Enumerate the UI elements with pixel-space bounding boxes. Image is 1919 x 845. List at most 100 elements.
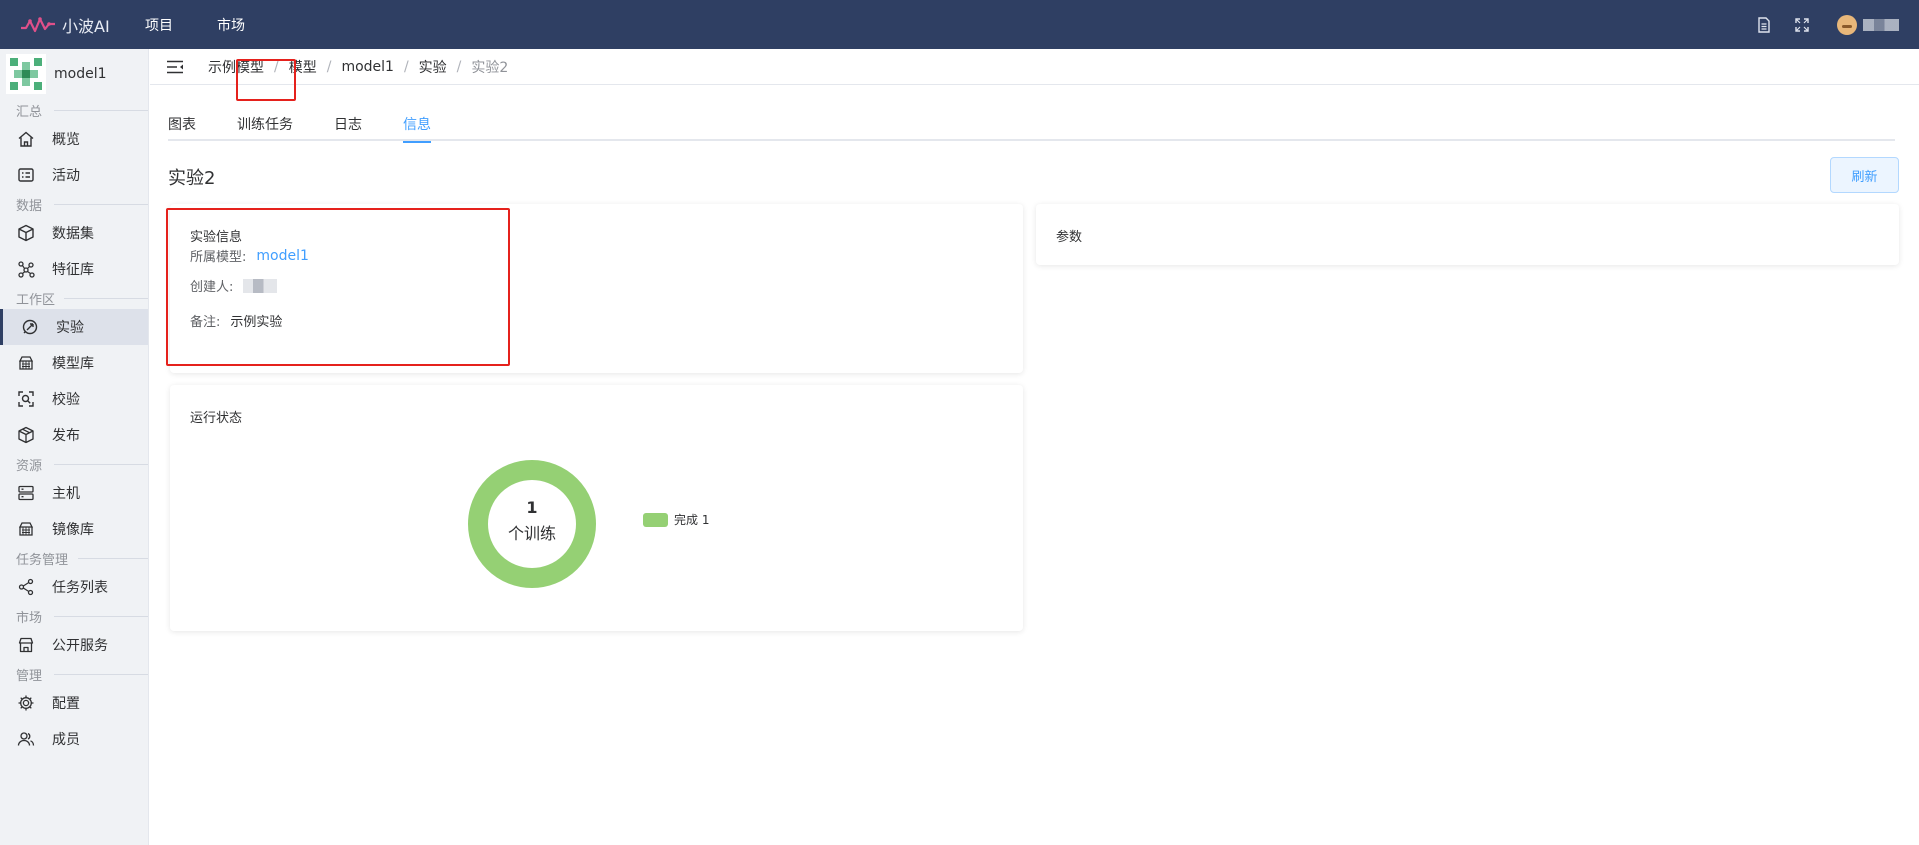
- fullscreen-icon[interactable]: [1793, 16, 1811, 34]
- sidebar-item-activity[interactable]: 活动: [0, 157, 148, 193]
- tab-info[interactable]: 信息: [403, 111, 431, 143]
- legend-swatch[interactable]: [643, 512, 668, 527]
- menu-collapse-icon[interactable]: [166, 60, 184, 74]
- group-label-workspace: 工作区: [0, 287, 148, 309]
- breadcrumb-item[interactable]: 示例模型: [208, 57, 264, 77]
- user-avatar[interactable]: [1837, 14, 1857, 35]
- top-bar: 小波AI 项目 市场: [0, 0, 1919, 49]
- package-icon: [16, 425, 36, 445]
- sidebar-item-public-service[interactable]: 公开服务: [0, 627, 148, 663]
- sidebar-item-label: 公开服务: [52, 638, 108, 654]
- sidebar-item-label: 任务列表: [52, 580, 108, 596]
- creator-name-masked: [243, 278, 278, 293]
- refresh-button[interactable]: 刷新: [1830, 157, 1899, 193]
- logo-icon: [21, 16, 55, 32]
- info-row-model: 所属模型: model1: [190, 246, 309, 266]
- card-title: 实验信息: [190, 230, 243, 245]
- legend-label[interactable]: 完成 1: [674, 511, 709, 528]
- experiment-info-card: 实验信息 所属模型: model1 创建人: 备注: 示例实验: [170, 204, 1023, 373]
- nav-item-projects[interactable]: 项目: [145, 15, 173, 35]
- members-icon: [16, 729, 36, 749]
- sidebar-item-label: 实验: [56, 320, 84, 336]
- group-label-market: 市场: [0, 605, 148, 627]
- sidebar-item-validation[interactable]: 校验: [0, 381, 148, 417]
- breadcrumb-separator: /: [274, 58, 279, 75]
- info-label: 创建人:: [190, 280, 234, 295]
- gear-icon: [16, 693, 36, 713]
- model-avatar-icon: [6, 54, 46, 94]
- sidebar-item-overview[interactable]: 概览: [0, 121, 148, 157]
- group-label-admin: 管理: [0, 663, 148, 685]
- page-title: 实验2: [168, 168, 216, 189]
- sidebar-item-label: 发布: [52, 428, 80, 444]
- sidebar-item-features[interactable]: 特征库: [0, 251, 148, 287]
- note-value: 示例实验: [230, 315, 283, 330]
- top-bar-actions: [1735, 0, 1899, 49]
- sidebar-item-dataset[interactable]: 数据集: [0, 215, 148, 251]
- breadcrumb-current: 实验2: [471, 59, 509, 76]
- breadcrumb-item[interactable]: 实验: [419, 57, 447, 77]
- logo[interactable]: 小波AI: [20, 13, 145, 37]
- host-icon: [16, 483, 36, 503]
- sidebar-item-task-list[interactable]: 任务列表: [0, 569, 148, 605]
- sidebar-item-label: 主机: [52, 486, 80, 502]
- info-label: 所属模型:: [190, 250, 247, 265]
- sidebar-item-config[interactable]: 配置: [0, 685, 148, 721]
- tab-logs[interactable]: 日志: [334, 111, 362, 141]
- breadcrumb-separator: /: [326, 58, 332, 75]
- logo-text: 小波AI: [62, 16, 110, 36]
- top-nav: 项目 市场: [145, 15, 289, 35]
- breadcrumb-item[interactable]: 模型: [289, 57, 317, 77]
- donut-center-count: 1: [526, 498, 538, 517]
- sidebar: model1 汇总 概览 活动 数据 数据集 特征库 工作区 实验 模型库 校验…: [0, 49, 149, 845]
- sidebar-item-members[interactable]: 成员: [0, 721, 148, 757]
- info-row-creator: 创建人:: [190, 276, 278, 295]
- main-content: 示例模型 / 模型 / model1 / 实验 / 实验2 图表 训练任务 日志…: [150, 49, 1919, 845]
- breadcrumb-item[interactable]: model1: [341, 59, 394, 75]
- params-card: 参数: [1036, 204, 1899, 265]
- card-title: 参数: [1056, 230, 1083, 245]
- sidebar-item-label: 特征库: [52, 262, 94, 278]
- chart-legend: 完成 1: [643, 511, 709, 528]
- sidebar-item-publish[interactable]: 发布: [0, 417, 148, 453]
- user-name-masked[interactable]: [1863, 18, 1899, 31]
- group-label-resources: 资源: [0, 453, 148, 475]
- info-row-note: 备注: 示例实验: [190, 311, 282, 330]
- server-rack-icon: [16, 353, 36, 373]
- tab-training-tasks[interactable]: 训练任务: [237, 111, 293, 141]
- scan-icon: [16, 389, 36, 409]
- sidebar-item-label: 配置: [52, 696, 80, 712]
- sidebar-item-label: 概览: [52, 132, 80, 148]
- sidebar-item-label: 校验: [52, 392, 80, 408]
- sidebar-item-label: 活动: [52, 168, 80, 184]
- activity-icon: [16, 165, 36, 185]
- shop-icon: [16, 635, 36, 655]
- sidebar-item-host[interactable]: 主机: [0, 475, 148, 511]
- nav-item-market[interactable]: 市场: [217, 15, 245, 35]
- breadcrumb-separator: /: [456, 58, 462, 75]
- sidebar-item-label: 成员: [52, 732, 80, 748]
- image-repo-icon: [16, 519, 36, 539]
- sidebar-item-image-repo[interactable]: 镜像库: [0, 511, 148, 547]
- cube-icon: [16, 223, 36, 243]
- model-link[interactable]: model1: [256, 248, 309, 264]
- sidebar-item-label: 数据集: [52, 226, 94, 242]
- document-icon[interactable]: [1755, 16, 1773, 34]
- status-donut-chart: 1 个训练: [466, 458, 598, 590]
- donut-center-label: 个训练: [507, 524, 556, 543]
- graph-nodes-icon: [16, 259, 36, 279]
- breadcrumb: 示例模型 / 模型 / model1 / 实验 / 实验2: [150, 49, 1919, 85]
- share-nodes-icon: [16, 577, 36, 597]
- home-icon: [16, 129, 36, 149]
- model-header[interactable]: model1: [0, 49, 148, 99]
- card-title: 运行状态: [190, 411, 243, 426]
- info-label: 备注:: [190, 315, 221, 330]
- group-label-data: 数据: [0, 193, 148, 215]
- group-label-summary: 汇总: [0, 99, 148, 121]
- breadcrumb-separator: /: [403, 58, 409, 75]
- model-name: model1: [54, 66, 107, 82]
- sidebar-item-label: 镜像库: [52, 522, 94, 538]
- tab-charts[interactable]: 图表: [168, 111, 196, 141]
- sidebar-item-experiment[interactable]: 实验: [0, 309, 148, 345]
- sidebar-item-model-repo[interactable]: 模型库: [0, 345, 148, 381]
